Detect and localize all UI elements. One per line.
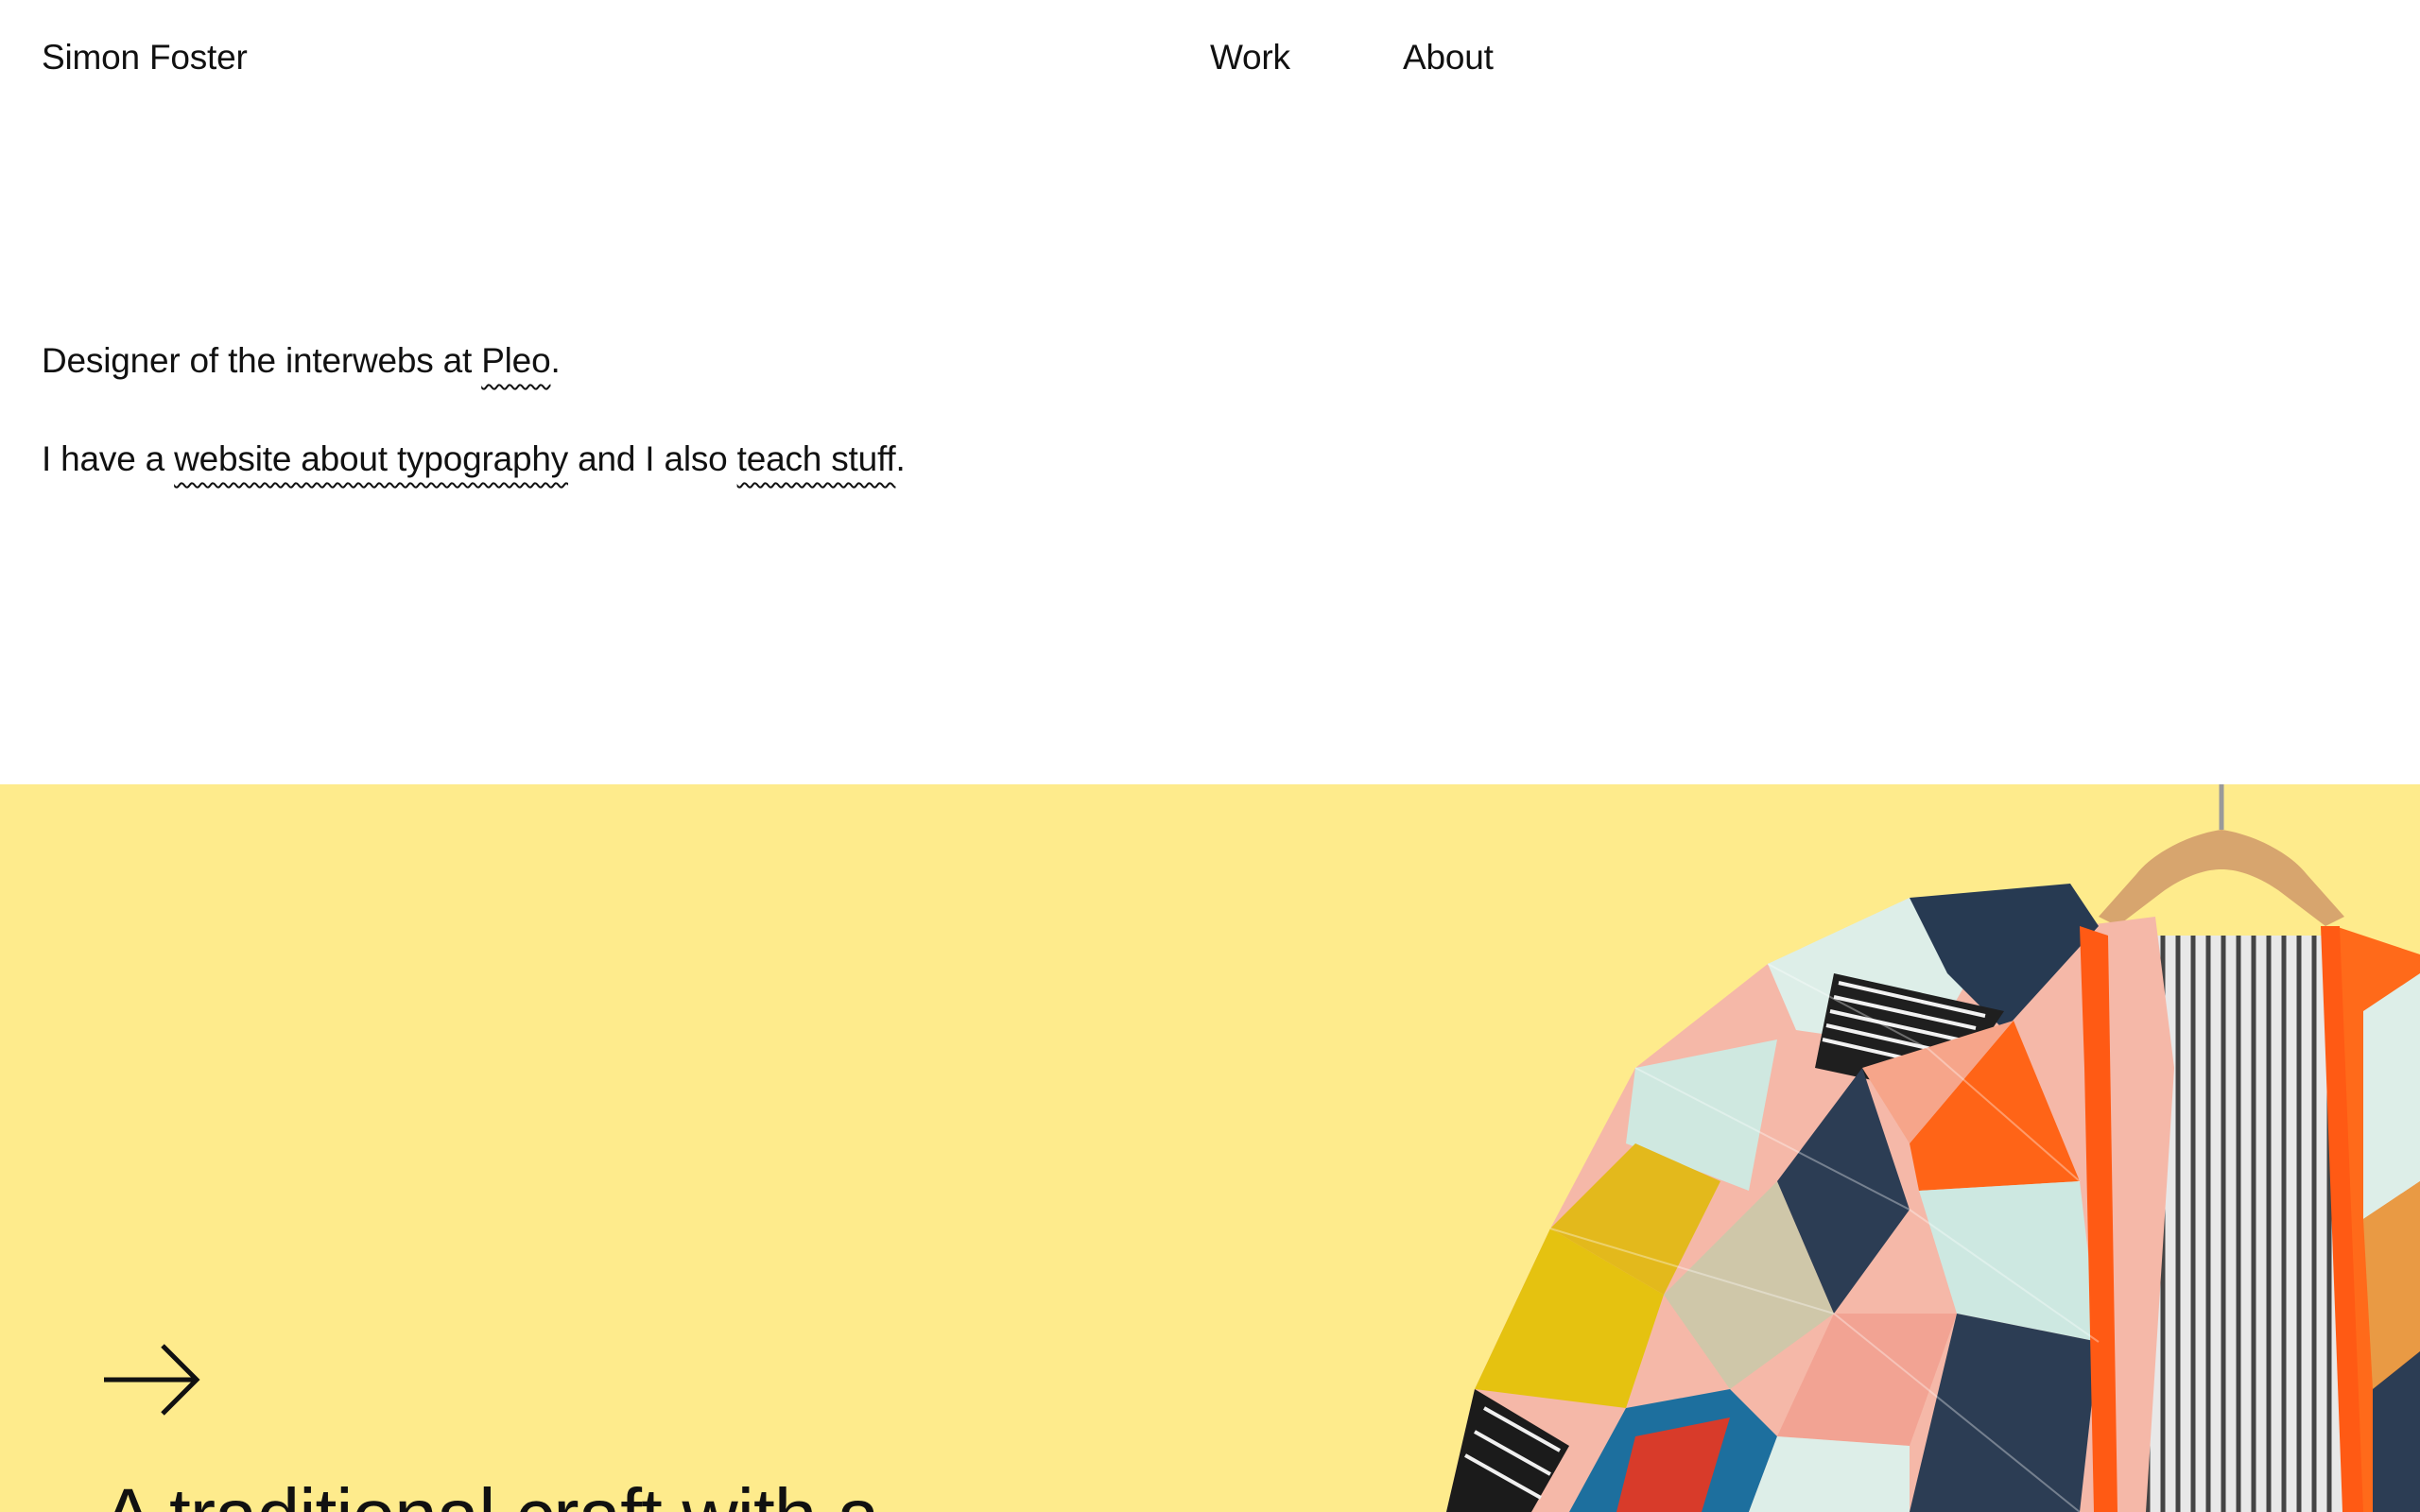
arrow-right-icon[interactable] (102, 1342, 202, 1418)
intro-line-1-period: . (550, 341, 561, 380)
intro-section: Designer of the interwebs at Pleo. I hav… (42, 336, 906, 533)
intro-line-2: I have a website about typography and I … (42, 435, 906, 484)
intro-line-2-middle: and I also (568, 439, 737, 478)
intro-line-1-text: Designer of the interwebs at (42, 341, 482, 380)
intro-line-2-text: I have a (42, 439, 175, 478)
nav-work-link[interactable]: Work (1210, 34, 1290, 81)
site-header: Simon Foster Work About (0, 0, 2420, 123)
patchwork-jacket-image (1446, 784, 2420, 1512)
teach-stuff-link[interactable]: teach stuff (737, 439, 896, 478)
typography-website-link[interactable]: website about typography (174, 439, 568, 478)
intro-line-2-period: . (895, 439, 906, 478)
feature-project-card[interactable]: A traditional craft with a (0, 784, 2420, 1512)
intro-line-1: Designer of the interwebs at Pleo. (42, 336, 906, 386)
site-name-link[interactable]: Simon Foster (42, 34, 248, 81)
feature-title: A traditional craft with a (102, 1469, 880, 1512)
page: Simon Foster Work About Designer of the … (0, 0, 2420, 1512)
nav-about-link[interactable]: About (1403, 34, 1494, 81)
pleo-link[interactable]: Pleo (481, 341, 550, 380)
